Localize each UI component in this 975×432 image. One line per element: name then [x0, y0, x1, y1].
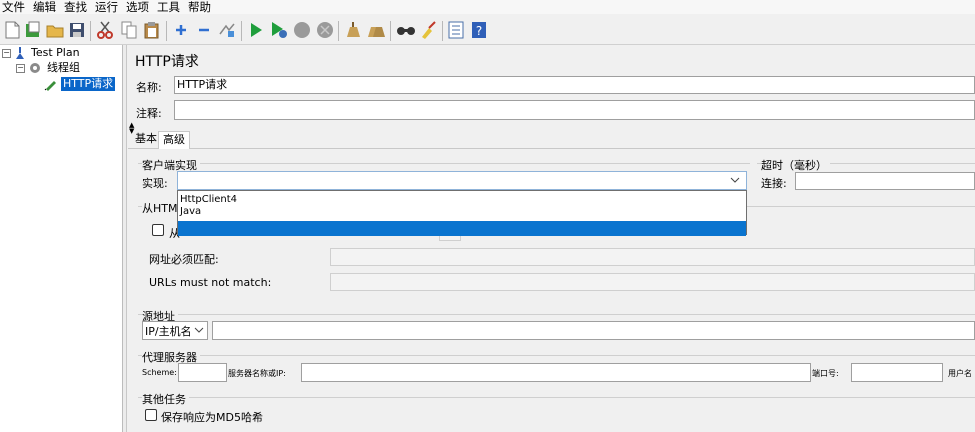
reset-search-icon[interactable]	[419, 20, 439, 40]
clear-all-icon[interactable]	[366, 20, 386, 40]
tree-node-test-plan[interactable]: − Test Plan	[2, 46, 82, 60]
other-tasks-group	[138, 397, 975, 398]
test-plan-icon	[16, 47, 24, 59]
function-helper-icon[interactable]	[446, 20, 466, 40]
comment-label: 注释:	[136, 107, 162, 120]
proxy-scheme-label: Scheme:	[142, 368, 177, 377]
connect-timeout-field[interactable]	[795, 172, 975, 190]
menu-options[interactable]: 选项	[126, 0, 149, 14]
chevron-down-icon	[194, 327, 204, 333]
new-icon[interactable]	[2, 20, 22, 40]
impl-option-java[interactable]: Java	[178, 206, 746, 218]
copy-icon[interactable]	[119, 20, 139, 40]
menu-edit[interactable]: 编辑	[33, 0, 56, 14]
other-tasks-heading: 其他任务	[142, 391, 189, 407]
collapse-toggle-icon[interactable]: −	[16, 63, 25, 73]
test-plan-tree: − Test Plan − 线程组 HTTP请求	[0, 45, 123, 432]
proxy-username-label: 用户名	[948, 369, 972, 378]
thread-group-gear-icon	[30, 63, 40, 73]
timeout-heading: 超时（毫秒）	[761, 157, 830, 173]
shutdown-icon[interactable]	[315, 20, 335, 40]
help-icon[interactable]: ?	[469, 20, 489, 40]
tree-label: HTTP请求	[61, 77, 116, 91]
name-field[interactable]: HTTP请求	[174, 76, 975, 94]
start-icon[interactable]	[246, 20, 266, 40]
must-not-match-field[interactable]	[330, 273, 975, 291]
menu-tools[interactable]: 工具	[157, 0, 180, 14]
tree-label: Test Plan	[31, 46, 80, 59]
impl-dropdown-list: HttpClient4 Java	[177, 190, 747, 236]
svg-text:?: ?	[476, 24, 482, 38]
collapse-icon[interactable]	[194, 20, 214, 40]
must-match-label: 网址必须匹配:	[149, 253, 219, 266]
chevron-down-icon	[730, 177, 740, 183]
collapse-toggle-icon[interactable]: −	[2, 48, 11, 58]
retrieve-embedded-checkbox[interactable]	[152, 224, 164, 236]
impl-option-httpclient4[interactable]: HttpClient4	[178, 194, 746, 206]
tab-strip: 基本 高级	[128, 129, 975, 149]
proxy-scheme-field[interactable]	[178, 363, 227, 382]
tab-advanced[interactable]: 高级	[158, 131, 190, 149]
proxy-server-label: 服务器名称或IP:	[228, 369, 286, 378]
embedded-resources-heading: 从HTM	[142, 200, 181, 216]
must-match-field[interactable]	[330, 248, 975, 266]
impl-select[interactable]	[177, 171, 747, 190]
toolbar: ?	[0, 15, 975, 45]
menu-help[interactable]: 帮助	[188, 0, 211, 14]
stop-icon[interactable]	[292, 20, 312, 40]
templates-icon[interactable]	[23, 20, 43, 40]
tree-node-http-request[interactable]: HTTP请求	[44, 77, 116, 91]
clear-icon[interactable]	[343, 20, 363, 40]
start-no-pause-icon[interactable]	[269, 20, 289, 40]
expand-icon[interactable]	[171, 20, 191, 40]
client-impl-group	[138, 163, 750, 164]
connect-timeout-label: 连接:	[761, 177, 787, 190]
tab-basic[interactable]: 基本	[131, 131, 161, 149]
proxy-group	[138, 355, 975, 356]
source-address-group	[138, 314, 975, 315]
tree-label: 线程组	[47, 61, 80, 74]
impl-label: 实现:	[142, 177, 168, 190]
page-title: HTTP请求	[135, 54, 199, 70]
md5-label: 保存响应为MD5哈希	[161, 411, 263, 424]
save-icon[interactable]	[67, 20, 87, 40]
paste-icon[interactable]	[142, 20, 162, 40]
must-not-match-label: URLs must not match:	[149, 276, 272, 289]
source-type-value: IP/主机名	[145, 324, 192, 338]
source-type-select[interactable]: IP/主机名	[142, 321, 208, 340]
split-pane-divider[interactable]	[123, 45, 127, 432]
menu-file[interactable]: 文件	[2, 0, 25, 14]
toggle-icon[interactable]	[217, 20, 237, 40]
search-icon[interactable]	[396, 20, 416, 40]
proxy-server-field[interactable]	[301, 363, 811, 382]
cut-icon[interactable]	[95, 20, 115, 40]
name-label: 名称:	[136, 81, 162, 94]
tree-node-thread-group[interactable]: − 线程组	[16, 61, 82, 75]
md5-checkbox[interactable]	[145, 409, 157, 421]
menu-bar: 文件 编辑 查找 运行 选项 工具 帮助	[0, 0, 975, 14]
http-request-panel: HTTP请求 名称: HTTP请求 注释: ▲ ▼ 基本 高级 客户端实现 实现:…	[128, 45, 975, 432]
source-address-field[interactable]	[212, 321, 975, 340]
menu-search[interactable]: 查找	[64, 0, 87, 14]
comment-field[interactable]	[174, 100, 975, 120]
open-icon[interactable]	[45, 20, 65, 40]
proxy-port-field[interactable]	[851, 363, 943, 382]
sampler-pencil-icon	[44, 81, 56, 91]
menu-run[interactable]: 运行	[95, 0, 118, 14]
impl-option-empty[interactable]	[178, 221, 746, 236]
proxy-port-label: 端口号:	[812, 369, 839, 378]
